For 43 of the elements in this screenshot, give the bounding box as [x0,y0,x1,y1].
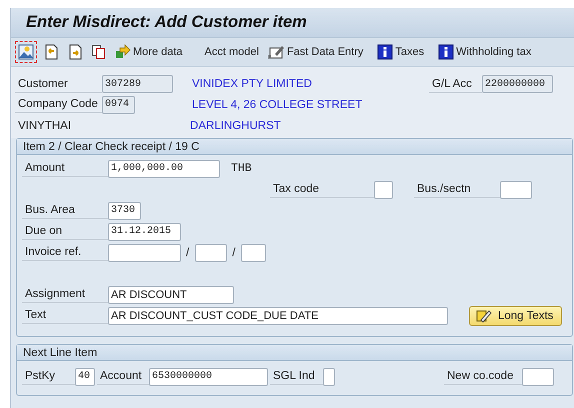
due-date-field[interactable]: 31.12.2015 [108,222,181,240]
copy-icon [91,44,107,60]
separator-text: / [232,246,236,258]
next-document-icon [67,44,83,60]
account-field[interactable]: 6530000000 [149,368,268,386]
previous-document-icon [43,44,59,60]
currency-text: THB [231,162,252,175]
amount-field[interactable]: 1,000,000.00 [108,160,220,178]
tax-code-field[interactable] [374,180,393,198]
invoice-reference-field[interactable] [108,244,181,262]
address-text: VINIDEX PTY LIMITED [192,78,312,90]
long-texts-button[interactable]: Long Texts [469,306,562,326]
pencil-icon [476,308,492,324]
info-icon [377,44,394,60]
posting-key-field[interactable]: 40 [75,368,95,386]
toolbar-button[interactable]: Withholding tax [436,41,534,63]
toolbar-button[interactable]: Acct model [202,41,261,63]
company-code-field[interactable]: 0974 [102,96,135,114]
toolbar-icon-button[interactable] [15,41,37,63]
group-title: Item 2 / Clear Check receipt / 19 C [17,139,572,155]
landscape-icon [18,44,34,60]
group-title: Next Line Item [17,345,572,361]
window-title: Enter Misdirect: Add Customer item [26,13,307,32]
pen-form-icon [266,44,285,60]
toolbar-button[interactable]: More data [113,41,185,63]
address-text: DARLINGHURST [190,120,281,132]
separator-text: / [186,246,190,258]
business-area-field[interactable]: 3730 [108,202,141,220]
customer-name-text: VINYTHAI [18,120,72,132]
customer-field[interactable]: 307289 [102,75,173,93]
info-icon [438,44,454,60]
invoice-fiscal-field[interactable] [195,244,228,262]
toolbar-button[interactable]: Taxes [375,41,426,63]
toolbar-button[interactable]: Fast Data Entry [264,41,366,63]
address-text: LEVEL 4, 26 COLLEGE STREET [192,98,362,110]
assignment-field[interactable]: AR DISCOUNT [108,286,234,304]
invoice-item-field[interactable] [241,244,266,262]
arrow-icon [115,44,131,60]
text-field[interactable]: AR DISCOUNT_CUST CODE_DUE DATE [108,306,448,324]
new-company-code-field[interactable] [522,368,554,386]
business-section-field[interactable] [500,180,532,198]
gl-account-field[interactable]: 2200000000 [482,75,553,93]
special-gl-field[interactable] [323,368,335,386]
